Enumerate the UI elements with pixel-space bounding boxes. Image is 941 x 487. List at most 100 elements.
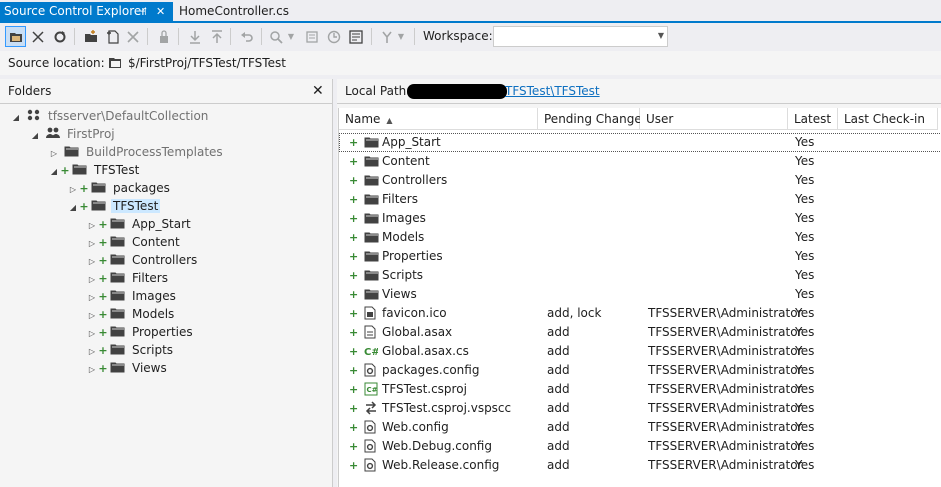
file-row[interactable]: + Images Yes [339,209,941,228]
latest-status: Yes [795,363,815,377]
column-header-last-check-in[interactable]: Last Check-in [838,108,938,130]
team-project-icon [45,126,61,144]
compare-button[interactable] [266,26,287,47]
expanded-triangle-icon[interactable]: ◢ [10,109,22,127]
file-row[interactable]: + TFSTest.csproj.vspscc add TFSSERVER\Admin… [339,399,941,418]
close-icon[interactable]: ✕ [312,83,324,99]
undo-button[interactable] [236,26,257,47]
pending-add-icon: + [349,307,359,320]
branch-icon [381,31,392,43]
branch-dropdown-arrow[interactable]: ▼ [396,26,406,47]
file-row[interactable]: + C# TFSTest.csproj add TFSSERVER\Administra… [339,380,941,399]
tree-item[interactable]: ◢ FirstProj [29,125,117,143]
annotate-button[interactable] [302,26,323,47]
file-row[interactable]: + favicon.ico add, lock TFSSERVER\Administr… [339,304,941,323]
tree-item-label: Controllers [132,253,198,267]
column-header-label: Last Check-in [844,112,925,126]
file-row[interactable]: + Scripts Yes [339,266,941,285]
tree-item[interactable]: ▷ + Images [86,287,178,305]
file-row[interactable]: + Views Yes [339,285,941,304]
tree-item[interactable]: ▷ + App_Start [86,215,193,233]
tree-item[interactable]: ▷ + Controllers [86,251,199,269]
tree-item[interactable]: ◢ tfsserver\DefaultCollection [10,107,210,125]
branch-button[interactable] [376,26,397,47]
file-row[interactable]: + Properties Yes [339,247,941,266]
expanded-triangle-icon[interactable]: ◢ [67,199,79,217]
expanded-triangle-icon[interactable]: ◢ [48,163,60,181]
user-name: TFSSERVER\Administrator [648,458,803,472]
folders-header: Folders ✕ [0,79,332,104]
config-file-icon [364,458,376,478]
add-files-button[interactable] [102,26,123,47]
column-header-latest[interactable]: Latest [788,108,838,130]
tree-item[interactable]: ▷ + Views [86,359,169,377]
user-name: TFSSERVER\Administrator [648,420,803,434]
delete-button[interactable] [122,26,143,47]
properties-button[interactable] [345,26,366,47]
new-folder-button[interactable] [80,26,101,47]
disconnect-icon [31,30,44,43]
file-row[interactable]: + C# Global.asax.cs add TFSSERVER\Administra… [339,342,941,361]
file-row[interactable]: + Models Yes [339,228,941,247]
tree-item[interactable]: ◢ + TFSTest [67,197,161,217]
toolbar-separator [414,28,415,45]
pending-add-icon: + [349,459,359,472]
file-row[interactable]: + Content Yes [339,152,941,171]
latest-status: Yes [795,344,815,358]
file-row[interactable]: + Web.Debug.config add TFSSERVER\Administra… [339,437,941,456]
file-list: Name ▲ Pending Change User Latest Last Ch… [338,108,941,487]
file-row[interactable]: + Global.asax add TFSSERVER\Administrator Ye… [339,323,941,342]
pending-add-icon: + [349,231,359,244]
local-path-link[interactable]: TFSTest\TFSTest [505,84,600,98]
folders-toggle-button[interactable] [5,26,26,47]
pin-icon[interactable]: ⊣ [137,2,147,21]
pending-change: add [547,401,570,415]
compare-dropdown-arrow[interactable]: ▼ [286,26,296,47]
disconnect-button[interactable] [27,26,48,47]
toolbar-separator [261,28,262,45]
column-header-user[interactable]: User [640,108,788,130]
column-header-label: User [646,112,674,126]
history-button[interactable] [323,26,344,47]
lock-button[interactable] [153,26,174,47]
check-in-button[interactable] [206,26,227,47]
get-latest-button[interactable] [184,26,205,47]
file-row[interactable]: + packages.config add TFSSERVER\Administrat… [339,361,941,380]
collapsed-triangle-icon[interactable]: ▷ [86,361,98,379]
folder-icon [72,162,88,180]
tab-source-control-explorer[interactable]: Source Control Explorer ⊣ ✕ [0,2,173,21]
source-location-path[interactable]: $/FirstProj/TFSTest/TFSTest [128,56,286,70]
file-row[interactable]: + Controllers Yes [339,171,941,190]
file-row[interactable]: + Filters Yes [339,190,941,209]
folder-icon [110,216,126,234]
workspace-dropdown[interactable]: ▼ [493,26,668,47]
tree-item[interactable]: ▷ + Filters [86,269,170,287]
tree-item[interactable]: ▷ + Scripts [86,341,175,359]
file-row[interactable]: + Web.config add TFSSERVER\Administrator Yes [339,418,941,437]
file-name: Web.config [382,420,449,434]
latest-status: Yes [795,439,815,453]
expanded-triangle-icon[interactable]: ◢ [29,127,41,145]
lock-icon [159,29,168,43]
check-in-icon [211,29,222,43]
tree-item[interactable]: ▷ + Models [86,305,176,323]
folders-title: Folders [8,84,52,98]
file-row[interactable]: + Web.Release.config add TFSSERVER\Administ… [339,456,941,475]
file-row[interactable]: + App_Start Yes [339,133,941,152]
tree-item[interactable]: ▷ + packages [67,179,172,197]
tree-item-label: FirstProj [67,127,115,141]
toolbar-separator [74,28,75,45]
tree-item[interactable]: ▷ + Content [86,233,182,251]
column-header-pending-change[interactable]: Pending Change [538,108,642,130]
tree-item[interactable]: ▷ BuildProcessTemplates [48,143,225,161]
refresh-button[interactable] [49,26,70,47]
new-folder-icon [84,29,97,42]
folder-icon [91,180,107,198]
tree-item[interactable]: ◢ + TFSTest [48,161,141,179]
tree-item[interactable]: ▷ + Properties [86,323,195,341]
toolbar: ▼ ▼ Workspace: ▼ [0,23,941,50]
column-header-name[interactable]: Name ▲ [339,108,538,130]
tab-home-controller[interactable]: HomeController.cs [175,2,293,21]
close-tab-icon[interactable]: ✕ [156,2,165,21]
get-latest-icon [189,30,200,44]
